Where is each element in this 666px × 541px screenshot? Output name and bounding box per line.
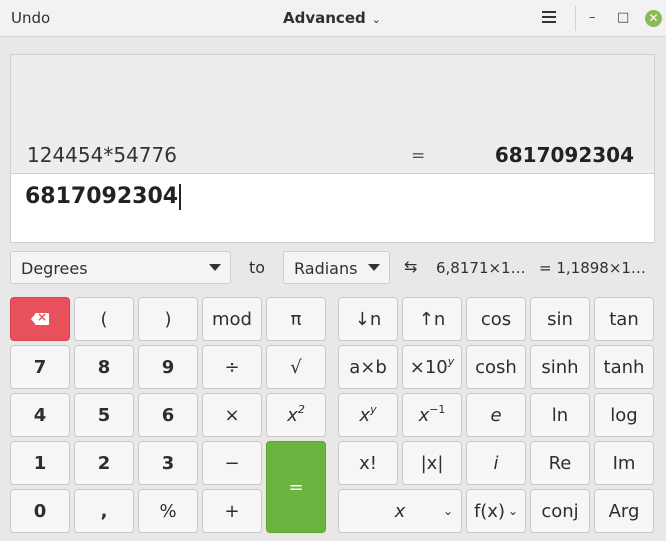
euler-button[interactable]: e — [466, 393, 526, 437]
decimal-comma-button[interactable]: , — [74, 489, 134, 533]
times-ten-base: ×10 — [409, 356, 448, 378]
imaginary-part-button[interactable]: Im — [594, 441, 654, 485]
inverse-base: x — [418, 404, 430, 426]
inverse-exponent: −1 — [429, 402, 446, 416]
conversion-to-label: to — [249, 258, 266, 277]
entry-value: 6817092304 — [25, 184, 182, 210]
function-dropdown-button[interactable]: f(x) ⌄ — [466, 489, 526, 533]
backspace-icon: × — [31, 310, 49, 325]
close-paren-button[interactable]: ) — [138, 297, 198, 341]
from-unit-select[interactable]: Degrees — [10, 251, 231, 284]
backspace-button[interactable]: × — [10, 297, 70, 341]
dropdown-arrow-icon — [368, 264, 380, 271]
square-base: x — [287, 404, 298, 426]
digit-2-button[interactable]: 2 — [74, 441, 134, 485]
log-button[interactable]: log — [594, 393, 654, 437]
superscript-button[interactable]: ↑n — [402, 297, 462, 341]
imaginary-button[interactable]: i — [466, 441, 526, 485]
history-equals: = — [411, 146, 426, 166]
tanh-button[interactable]: tanh — [594, 345, 654, 389]
to-unit-select[interactable]: Radians — [283, 251, 390, 284]
to-unit-label: Radians — [294, 259, 358, 278]
digit-8-button[interactable]: 8 — [74, 345, 134, 389]
conversion-from-value: 6,8171×1… — [436, 259, 526, 277]
chevron-down-icon: ⌄ — [507, 504, 519, 518]
entry-field[interactable]: 6817092304 — [10, 173, 655, 243]
times-ten-power-button[interactable]: ×10 y — [402, 345, 462, 389]
percent-button[interactable]: % — [138, 489, 198, 533]
digit-1-button[interactable]: 1 — [10, 441, 70, 485]
mod-button[interactable]: mod — [202, 297, 262, 341]
conjugate-button[interactable]: conj — [530, 489, 590, 533]
mode-label: Advanced — [283, 9, 366, 27]
digit-3-button[interactable]: 3 — [138, 441, 198, 485]
from-unit-label: Degrees — [21, 259, 88, 278]
header-divider — [575, 6, 576, 31]
digit-7-button[interactable]: 7 — [10, 345, 70, 389]
menu-icon[interactable] — [542, 11, 556, 23]
chevron-down-icon: ⌄ — [371, 13, 381, 26]
mode-selector[interactable]: Advanced ⌄ — [283, 9, 381, 27]
square-exponent: 2 — [297, 402, 305, 416]
factorial-button[interactable]: x! — [338, 441, 398, 485]
digit-4-button[interactable]: 4 — [10, 393, 70, 437]
tan-button[interactable]: tan — [594, 297, 654, 341]
power-button[interactable]: xy — [338, 393, 398, 437]
add-button[interactable]: + — [202, 489, 262, 533]
conversion-to-value: = 1,1898×1… — [539, 259, 646, 277]
function-label: f(x) — [473, 500, 505, 522]
factorize-button[interactable]: a×b — [338, 345, 398, 389]
sinh-button[interactable]: sinh — [530, 345, 590, 389]
maximize-button[interactable]: □ — [617, 10, 629, 25]
cosh-button[interactable]: cosh — [466, 345, 526, 389]
ln-button[interactable]: ln — [530, 393, 590, 437]
subtract-button[interactable]: − — [202, 441, 262, 485]
chevron-down-icon: ⌄ — [442, 504, 453, 518]
variable-dropdown-button[interactable]: x ⌄ — [338, 489, 462, 533]
digit-9-button[interactable]: 9 — [138, 345, 198, 389]
variable-label: x — [394, 500, 406, 522]
inverse-button[interactable]: x −1 — [402, 393, 462, 437]
power-base: x — [359, 404, 371, 426]
pi-button[interactable]: π — [266, 297, 326, 341]
digit-0-button[interactable]: 0 — [10, 489, 70, 533]
divide-button[interactable]: ÷ — [202, 345, 262, 389]
sin-button[interactable]: sin — [530, 297, 590, 341]
cos-button[interactable]: cos — [466, 297, 526, 341]
real-part-button[interactable]: Re — [530, 441, 590, 485]
header-bar: Undo Advanced ⌄ – □ ✕ — [0, 0, 666, 37]
square-button[interactable]: x2 — [266, 393, 326, 437]
dropdown-arrow-icon — [209, 264, 221, 271]
multiply-button[interactable]: × — [202, 393, 262, 437]
minimize-button[interactable]: – — [589, 10, 596, 25]
undo-button[interactable]: Undo — [11, 9, 50, 27]
abs-button[interactable]: |x| — [402, 441, 462, 485]
subscript-button[interactable]: ↓n — [338, 297, 398, 341]
open-paren-button[interactable]: ( — [74, 297, 134, 341]
history-panel: 124454*54776 = 6817092304 — [10, 54, 655, 173]
close-button[interactable]: ✕ — [645, 10, 662, 27]
equals-button[interactable]: = — [266, 441, 326, 533]
times-ten-exponent: y — [447, 354, 455, 368]
digit-6-button[interactable]: 6 — [138, 393, 198, 437]
history-expression[interactable]: 124454*54776 — [27, 143, 177, 167]
history-result[interactable]: 6817092304 — [495, 143, 634, 167]
power-exponent: y — [370, 402, 377, 416]
swap-units-icon[interactable]: ⇆ — [404, 257, 417, 276]
sqrt-button[interactable]: √ — [266, 345, 326, 389]
argument-button[interactable]: Arg — [594, 489, 654, 533]
digit-5-button[interactable]: 5 — [74, 393, 134, 437]
